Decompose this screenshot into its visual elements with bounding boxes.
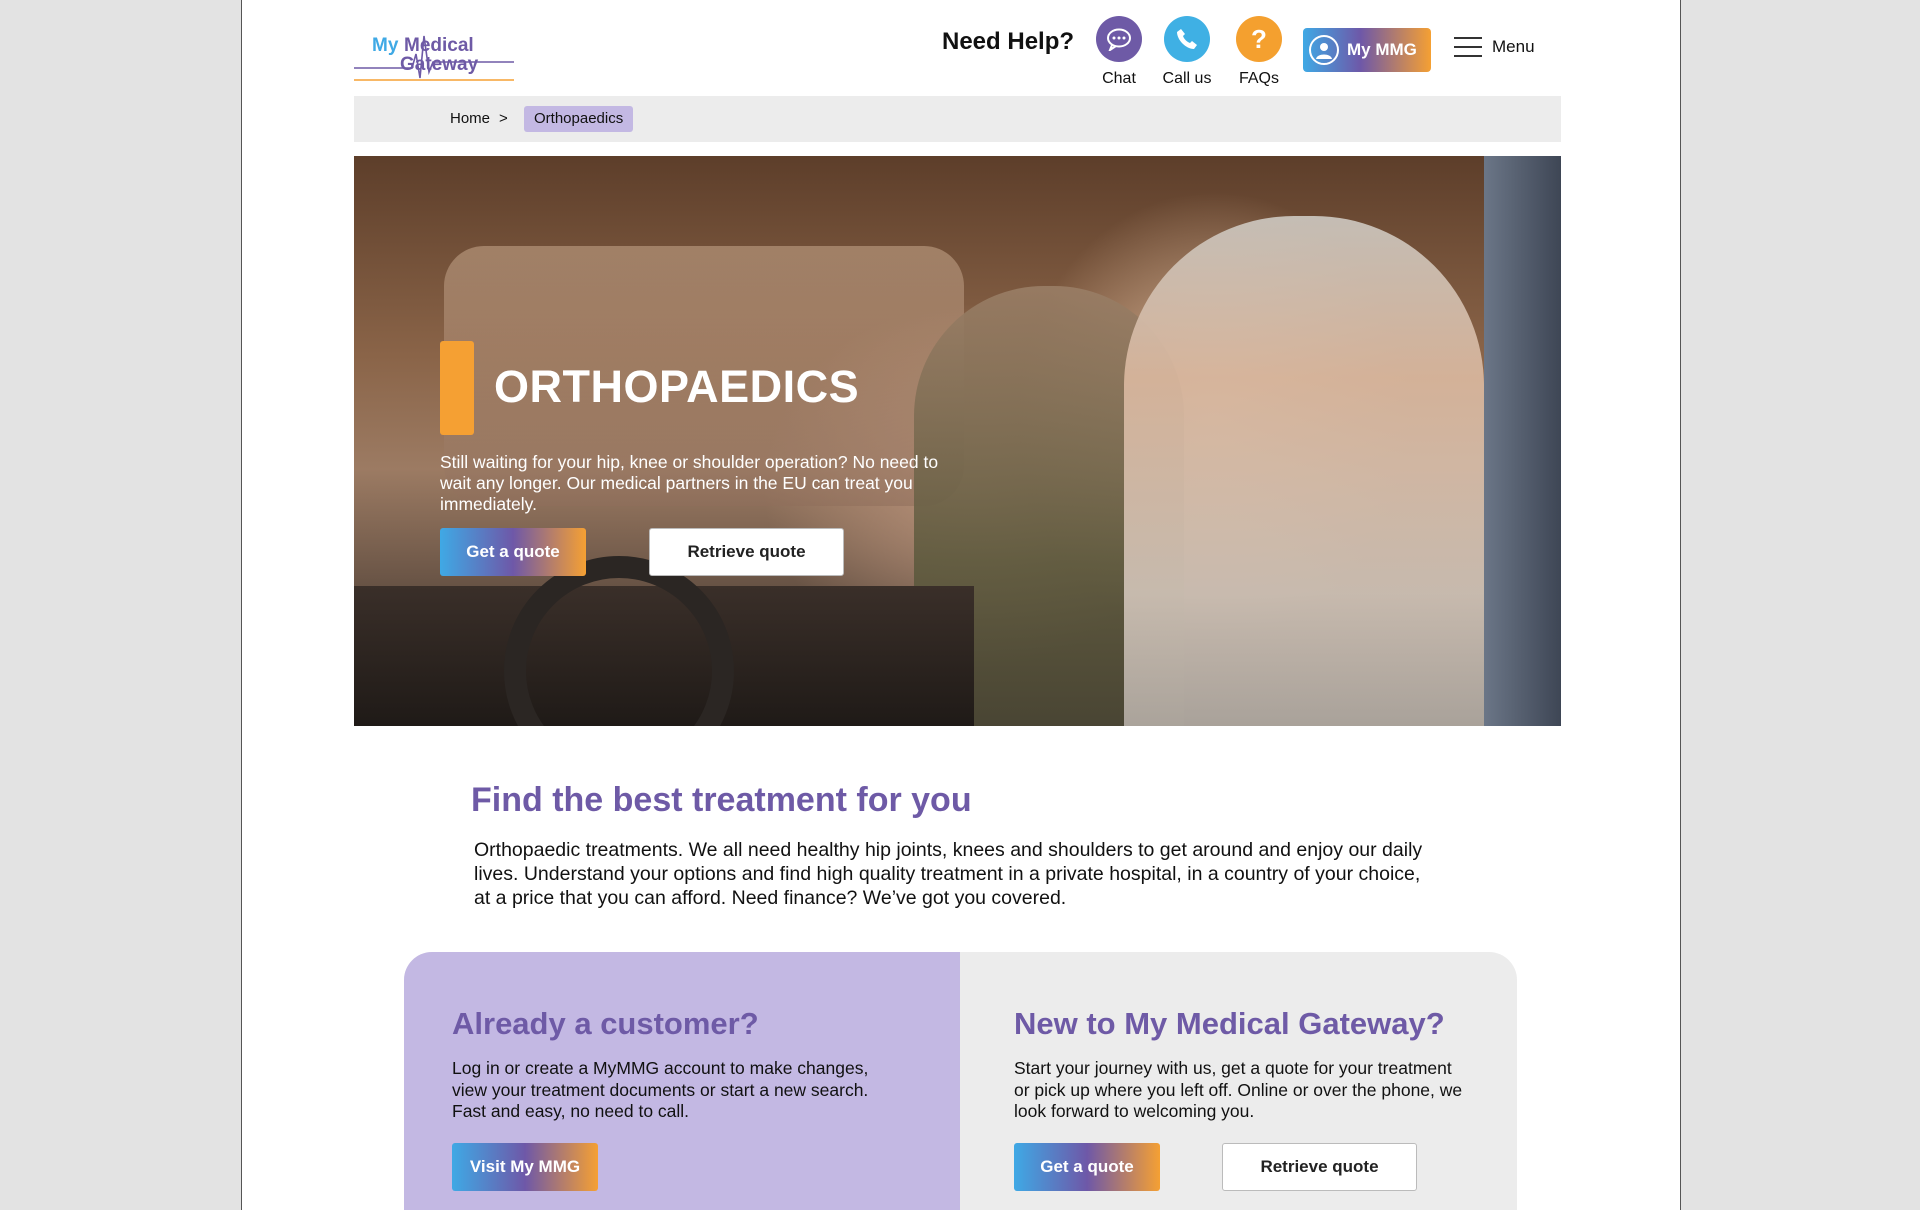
breadcrumb: Home > Orthopaedics — [354, 96, 1561, 142]
logo-graphic: My Medical Gateway — [354, 35, 514, 81]
page: My Medical Gateway Need Help? Chat Call … — [241, 0, 1681, 1210]
menu-button[interactable]: Menu — [1454, 37, 1535, 57]
hero-accent-bar — [440, 341, 474, 435]
card-get-quote-button[interactable]: Get a quote — [1014, 1143, 1160, 1191]
existing-customer-title: Already a customer? — [452, 1006, 759, 1041]
svg-text:Gateway: Gateway — [400, 54, 479, 75]
faqs-button[interactable]: ? FAQs — [1224, 16, 1294, 88]
phone-icon — [1164, 16, 1210, 62]
hero-image-steering-wheel — [504, 556, 734, 726]
hero-title: ORTHOPAEDICS — [494, 361, 860, 412]
my-mmg-button[interactable]: My MMG — [1303, 28, 1431, 72]
new-customer-title: New to My Medical Gateway? — [1014, 1006, 1445, 1041]
hero-banner: ORTHOPAEDICS Still waiting for your hip,… — [354, 156, 1561, 726]
hero-get-quote-button[interactable]: Get a quote — [440, 528, 586, 576]
find-treatment-heading: Find the best treatment for you — [471, 781, 972, 819]
call-us-label: Call us — [1162, 70, 1212, 87]
logo[interactable]: My Medical Gateway — [354, 6, 514, 84]
existing-customer-card: Already a customer? Log in or create a M… — [404, 952, 960, 1210]
call-us-button[interactable]: Call us — [1152, 16, 1222, 88]
card-retrieve-quote-button[interactable]: Retrieve quote — [1222, 1143, 1417, 1191]
customer-cards: Already a customer? Log in or create a M… — [404, 952, 1517, 1210]
menu-label: Menu — [1492, 37, 1535, 56]
new-customer-text: Start your journey with us, get a quote … — [1014, 1058, 1463, 1121]
find-treatment-text: Orthopaedic treatments. We all need heal… — [474, 839, 1423, 909]
svg-text:Medical: Medical — [404, 35, 474, 56]
hero-image-woman — [1124, 216, 1484, 726]
question-mark-glyph: ? — [1251, 23, 1267, 54]
hamburger-icon — [1454, 37, 1482, 57]
chat-bubble-icon — [1096, 16, 1142, 62]
breadcrumb-current: Orthopaedics — [524, 106, 634, 132]
visit-my-mmg-button[interactable]: Visit My MMG — [452, 1143, 598, 1191]
hero-image-car-frame — [1484, 156, 1561, 726]
question-mark-icon: ? — [1236, 16, 1282, 62]
chat-label: Chat — [1102, 70, 1136, 87]
user-icon — [1309, 35, 1339, 65]
breadcrumb-separator: > — [499, 110, 508, 127]
svg-text:My: My — [372, 35, 399, 56]
my-mmg-label: My MMG — [1347, 40, 1417, 59]
breadcrumb-home-link[interactable]: Home — [450, 110, 490, 127]
need-help-label: Need Help? — [942, 28, 1075, 55]
chat-button[interactable]: Chat — [1084, 16, 1154, 88]
hero-description: Still waiting for your hip, knee or shou… — [440, 452, 939, 514]
faqs-label: FAQs — [1238, 70, 1279, 87]
existing-customer-text: Log in or create a MyMMG account to make… — [452, 1058, 869, 1121]
hero-retrieve-quote-button[interactable]: Retrieve quote — [649, 528, 844, 576]
